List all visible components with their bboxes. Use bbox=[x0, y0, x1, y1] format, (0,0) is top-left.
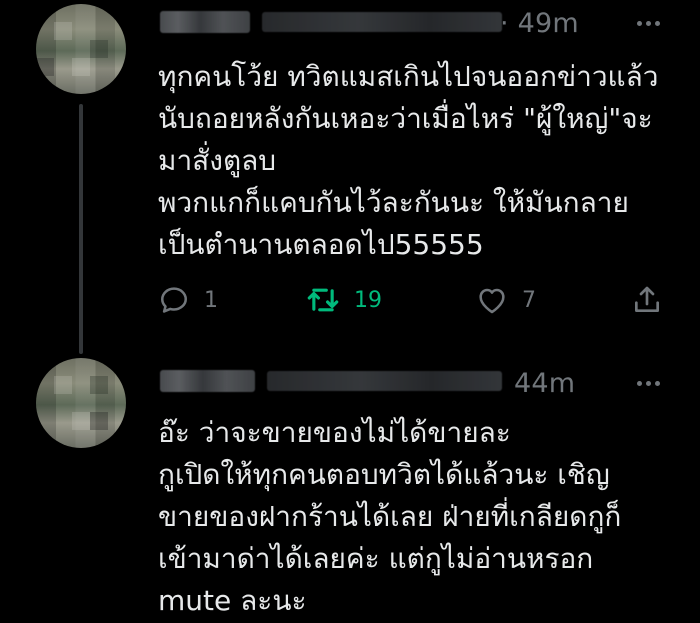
retweet-icon bbox=[307, 288, 339, 312]
retweet-count: 19 bbox=[354, 287, 382, 313]
tweet-author-row bbox=[160, 5, 502, 39]
avatar[interactable] bbox=[36, 4, 126, 94]
more-icon[interactable] bbox=[637, 21, 660, 26]
tweet-text-line: เข้ามาด่าได้เลยค่ะ แต่กูไม่อ่านหรอก bbox=[158, 542, 594, 575]
retweet-button[interactable]: 19 bbox=[306, 282, 382, 318]
author-display-name-redacted[interactable] bbox=[160, 370, 255, 392]
tweet-text: อ๊ะ ว่าจะขายของไม่ได้ขายละ กูเปิดให้ทุกค… bbox=[158, 412, 688, 622]
like-button[interactable]: 7 bbox=[476, 282, 536, 318]
share-icon bbox=[635, 286, 660, 312]
reply-icon bbox=[161, 287, 188, 313]
tweet-author-row bbox=[160, 364, 502, 398]
tweet-text-line: มาสั่งตูลบ bbox=[158, 144, 277, 177]
author-handle-redacted[interactable] bbox=[267, 371, 502, 391]
tweet-text: ทุกคนโว้ย ทวิตแมสเกินไปจนออกข่าวแล้ว นับ… bbox=[158, 56, 688, 266]
tweet-timestamp[interactable]: · 49m bbox=[500, 8, 579, 39]
tweet-text-line: พวกแกก็แคบกันไว้ละกันนะ ให้มันกลาย bbox=[158, 186, 629, 219]
share-button[interactable] bbox=[632, 282, 662, 318]
author-handle-redacted[interactable] bbox=[262, 12, 502, 32]
tweet-text-line: mute ละนะ bbox=[158, 584, 307, 617]
tweet-text-line: เป็นตำนานตลอดไป55555 bbox=[158, 228, 484, 261]
like-icon bbox=[479, 288, 505, 314]
tweet-action-bar: 1 19 7 bbox=[158, 282, 668, 318]
avatar[interactable] bbox=[36, 358, 126, 448]
thread-connector-line bbox=[79, 104, 83, 354]
author-display-name-redacted[interactable] bbox=[160, 11, 250, 33]
tweet-text-line: นับถอยหลังกันเหอะว่าเมื่อไหร่ "ผู้ใหญ่"จ… bbox=[158, 102, 653, 135]
reply-count: 1 bbox=[204, 287, 218, 313]
tweet-text-line: ทุกคนโว้ย ทวิตแมสเกินไปจนออกข่าวแล้ว bbox=[158, 60, 659, 93]
like-count: 7 bbox=[522, 287, 536, 313]
tweet-text-line: ขายของฝากร้านได้เลย ฝ่ายที่เกลียดกูก็ bbox=[158, 500, 622, 533]
more-icon[interactable] bbox=[637, 381, 660, 386]
reply-button[interactable]: 1 bbox=[158, 282, 218, 318]
tweet-timestamp[interactable]: 44m bbox=[514, 368, 575, 399]
tweet-text-line: กูเปิดให้ทุกคนตอบทวิตได้แล้วนะ เชิญ bbox=[158, 458, 610, 491]
tweet-text-line: อ๊ะ ว่าจะขายของไม่ได้ขายละ bbox=[158, 416, 511, 449]
